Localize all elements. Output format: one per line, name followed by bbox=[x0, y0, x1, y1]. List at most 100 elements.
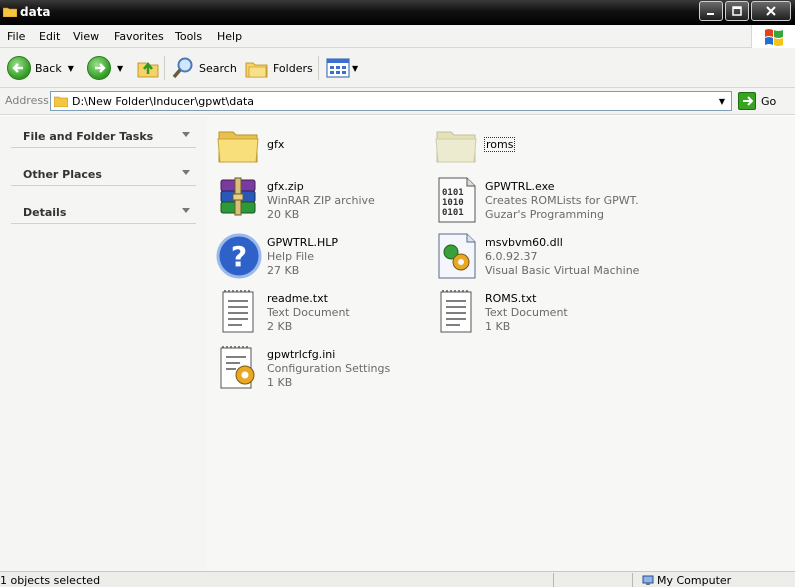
folders-label: Folders bbox=[273, 61, 313, 75]
search-button[interactable]: Search bbox=[171, 54, 237, 82]
status-divider bbox=[632, 573, 633, 587]
file-item-roms-txt[interactable]: ROMS.txt Text Document 1 KB bbox=[433, 288, 648, 340]
menu-bar: File Edit View Favorites Tools Help bbox=[0, 25, 795, 48]
views-button[interactable]: ▼ bbox=[326, 54, 358, 82]
file-type: Configuration Settings bbox=[267, 362, 391, 375]
chevron-down-icon[interactable] bbox=[182, 170, 190, 175]
menu-edit[interactable]: Edit bbox=[39, 30, 60, 43]
toolbar: Back ▼ ▼ Search Folders ▼ bbox=[0, 48, 795, 88]
file-size: 1 KB bbox=[267, 376, 293, 389]
title-bar[interactable]: data bbox=[0, 0, 795, 25]
file-name: msvbvm60.dll bbox=[485, 236, 563, 249]
file-item-gpwtrlcfg-ini[interactable]: gpwtrlcfg.ini Configuration Settings 1 K… bbox=[215, 344, 430, 396]
dll-file-icon bbox=[438, 233, 476, 279]
file-name: gfx bbox=[267, 138, 285, 151]
file-company: Guzar's Programming bbox=[485, 208, 604, 221]
file-version: 6.0.92.37 bbox=[485, 250, 538, 263]
svg-text:0101: 0101 bbox=[442, 188, 464, 198]
config-settings-icon bbox=[220, 346, 255, 389]
file-item-msvbvm60-dll[interactable]: msvbvm60.dll 6.0.92.37 Visual Basic Virt… bbox=[433, 232, 648, 284]
menu-tools[interactable]: Tools bbox=[175, 30, 202, 43]
status-location-label: My Computer bbox=[657, 574, 732, 587]
file-item-readme-txt[interactable]: readme.txt Text Document 2 KB bbox=[215, 288, 430, 340]
go-arrow-icon bbox=[738, 92, 756, 110]
back-arrow-icon bbox=[7, 56, 31, 80]
go-button[interactable]: Go bbox=[738, 92, 776, 110]
help-file-icon: ? bbox=[216, 233, 262, 279]
back-dropdown-icon[interactable]: ▼ bbox=[68, 64, 74, 73]
svg-text:?: ? bbox=[231, 240, 247, 273]
windows-logo bbox=[751, 25, 795, 48]
other-places-header[interactable]: Other Places bbox=[11, 154, 196, 186]
chevron-down-icon[interactable] bbox=[182, 208, 190, 213]
file-name: ROMS.txt bbox=[485, 292, 537, 305]
file-size: 27 KB bbox=[267, 264, 300, 277]
back-button[interactable]: Back ▼ bbox=[7, 54, 74, 82]
chevron-down-icon[interactable] bbox=[182, 132, 190, 137]
svg-text:0101: 0101 bbox=[442, 208, 464, 218]
windows-flag-icon bbox=[765, 29, 783, 46]
file-type: Text Document bbox=[485, 306, 568, 319]
toolbar-separator bbox=[318, 56, 319, 80]
menu-help[interactable]: Help bbox=[217, 30, 242, 43]
file-item-gfx[interactable]: gfx bbox=[215, 120, 430, 172]
file-name: GPWTRL.HLP bbox=[267, 236, 339, 249]
address-label: Address bbox=[5, 94, 49, 107]
back-label: Back bbox=[35, 61, 62, 75]
file-item-roms[interactable]: roms bbox=[433, 120, 648, 172]
folder-icon bbox=[435, 131, 477, 163]
task-header-label: File and Folder Tasks bbox=[23, 130, 154, 143]
file-size: 20 KB bbox=[267, 208, 300, 221]
forward-dropdown-icon[interactable]: ▼ bbox=[117, 64, 123, 73]
file-name: gpwtrlcfg.ini bbox=[267, 348, 336, 361]
up-folder-button[interactable] bbox=[136, 54, 160, 82]
file-name: readme.txt bbox=[267, 292, 328, 305]
svg-text:1010: 1010 bbox=[442, 198, 464, 208]
minimize-button[interactable] bbox=[699, 1, 723, 21]
file-list: gfx roms gfx.zip WinRAR ZIP archive 20 K… bbox=[207, 116, 795, 571]
file-name: gfx.zip bbox=[267, 180, 304, 193]
toolbar-separator bbox=[164, 56, 165, 80]
file-description: Visual Basic Virtual Machine bbox=[485, 264, 640, 277]
folder-icon bbox=[54, 96, 68, 107]
address-bar: Address D:\New Folder\Inducer\gpwt\data … bbox=[0, 88, 795, 115]
maximize-icon bbox=[732, 6, 742, 16]
close-button[interactable] bbox=[751, 1, 791, 21]
address-field[interactable]: D:\New Folder\Inducer\gpwt\data ▼ bbox=[50, 91, 732, 111]
folders-button[interactable]: Folders bbox=[245, 54, 313, 82]
file-type: Help File bbox=[267, 250, 314, 263]
views-dropdown-icon[interactable]: ▼ bbox=[352, 64, 358, 73]
search-icon bbox=[172, 57, 193, 79]
task-header-label: Details bbox=[23, 206, 67, 219]
file-item-gfx-zip[interactable]: gfx.zip WinRAR ZIP archive 20 KB bbox=[215, 176, 430, 228]
maximize-button[interactable] bbox=[725, 1, 749, 21]
my-computer-icon bbox=[642, 575, 654, 585]
menu-file[interactable]: File bbox=[7, 30, 25, 43]
text-document-icon bbox=[222, 290, 254, 333]
status-bar: 1 objects selected My Computer bbox=[0, 571, 795, 587]
menu-view[interactable]: View bbox=[73, 30, 99, 43]
minimize-icon bbox=[707, 13, 714, 15]
address-dropdown-icon[interactable]: ▼ bbox=[715, 94, 729, 108]
details-header[interactable]: Details bbox=[11, 192, 196, 224]
winrar-archive-icon bbox=[220, 177, 256, 216]
task-header-label: Other Places bbox=[23, 168, 102, 181]
status-location: My Computer bbox=[642, 574, 731, 587]
status-selection: 1 objects selected bbox=[0, 574, 101, 587]
forward-arrow-icon bbox=[87, 56, 111, 80]
file-size: 1 KB bbox=[485, 320, 511, 333]
folder-icon bbox=[3, 7, 17, 17]
executable-icon: 0101 1010 0101 bbox=[438, 177, 476, 223]
text-document-icon bbox=[440, 290, 472, 333]
folders-icon bbox=[245, 62, 268, 78]
file-item-gpwtrl-hlp[interactable]: ? GPWTRL.HLP Help File 27 KB bbox=[215, 232, 430, 284]
file-name: roms bbox=[483, 137, 516, 152]
file-folder-tasks-header[interactable]: File and Folder Tasks bbox=[11, 116, 196, 148]
folder-icon bbox=[217, 131, 259, 163]
file-item-gpwtrl-exe[interactable]: 0101 1010 0101 GPWTRL.exe Creates ROMLis… bbox=[433, 176, 648, 228]
address-path: D:\New Folder\Inducer\gpwt\data bbox=[72, 95, 255, 108]
file-size: 2 KB bbox=[267, 320, 293, 333]
menu-favorites[interactable]: Favorites bbox=[114, 30, 164, 43]
status-divider bbox=[553, 573, 554, 587]
forward-button[interactable]: ▼ bbox=[87, 54, 123, 82]
